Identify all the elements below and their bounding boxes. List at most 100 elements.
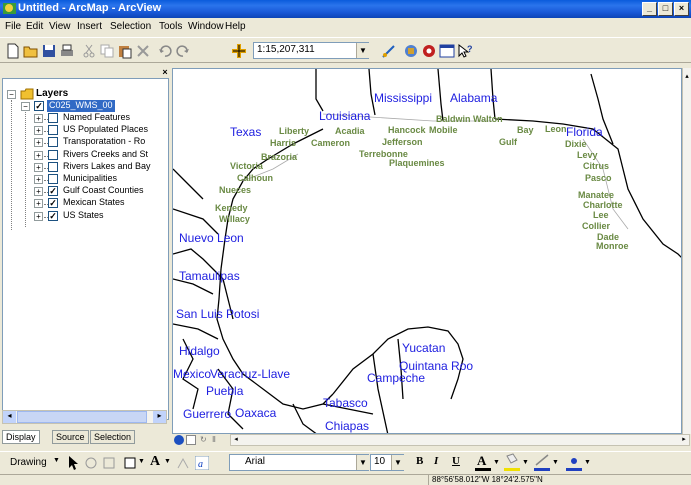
map-scale-input[interactable]: 1:15,207,311 xyxy=(253,42,369,59)
line-color-icon[interactable] xyxy=(534,453,550,471)
toc-layer-item[interactable]: US Populated Places xyxy=(63,124,148,136)
close-button[interactable]: × xyxy=(674,2,689,16)
expand-layer-icon[interactable]: + xyxy=(34,114,43,123)
data-view-icon[interactable] xyxy=(174,435,184,445)
paste-icon[interactable] xyxy=(116,42,134,60)
expand-layer-icon[interactable]: + xyxy=(34,163,43,172)
layer-visibility-checkbox[interactable] xyxy=(48,174,58,184)
toc-group-c025[interactable]: C025_WMS_00 xyxy=(47,100,115,112)
layer-visibility-checkbox[interactable] xyxy=(48,113,58,123)
toc-layer-item[interactable]: Rivers Lakes and Bay xyxy=(63,161,151,173)
font-select[interactable]: Arial xyxy=(229,454,369,471)
delete-icon[interactable] xyxy=(134,42,152,60)
font-size-dropdown-button[interactable]: ▼ xyxy=(391,455,404,470)
layer-visibility-checkbox[interactable]: ✓ xyxy=(48,211,58,221)
edit-vertices-icon[interactable] xyxy=(176,456,190,470)
font-dropdown-button[interactable]: ▼ xyxy=(356,455,369,470)
arctoolbox-icon[interactable] xyxy=(402,42,420,60)
map-vertical-scrollbar[interactable]: ▴ xyxy=(682,68,691,434)
maximize-button[interactable]: □ xyxy=(658,2,673,16)
python-icon[interactable] xyxy=(420,42,438,60)
map-horizontal-scrollbar[interactable]: ◂ ▸ xyxy=(230,434,690,446)
menu-window[interactable]: Window xyxy=(188,21,224,32)
drawing-menu[interactable]: Drawing xyxy=(10,457,47,468)
layout-view-icon[interactable] xyxy=(186,435,196,445)
bold-button[interactable]: B xyxy=(416,455,423,467)
whats-this-icon[interactable]: ? xyxy=(456,42,474,60)
rectangle-tool-icon[interactable] xyxy=(124,457,136,469)
layer-visibility-checkbox[interactable] xyxy=(48,137,58,147)
menu-selection[interactable]: Selection xyxy=(110,21,151,32)
expand-layer-icon[interactable]: + xyxy=(34,199,43,208)
expand-layer-icon[interactable]: + xyxy=(34,212,43,221)
toc-layer-item[interactable]: Municipalities xyxy=(63,173,117,185)
expand-layer-icon[interactable]: + xyxy=(34,175,43,184)
open-icon[interactable] xyxy=(22,42,40,60)
zoom-to-selected-icon[interactable] xyxy=(102,456,116,470)
cut-icon[interactable] xyxy=(80,42,98,60)
editor-icon[interactable] xyxy=(380,42,398,60)
group-checkbox[interactable]: ✓ xyxy=(34,101,44,111)
menu-help[interactable]: Help xyxy=(225,21,246,32)
font-color-dropdown-icon[interactable]: ▼ xyxy=(493,459,500,466)
layer-visibility-checkbox[interactable] xyxy=(48,125,58,135)
font-color-icon[interactable]: A xyxy=(475,453,491,471)
redo-icon[interactable] xyxy=(174,42,192,60)
refresh-icon[interactable]: ↻ xyxy=(200,435,210,445)
collapse-group-icon[interactable]: − xyxy=(21,102,30,111)
print-icon[interactable] xyxy=(58,42,76,60)
add-data-icon[interactable] xyxy=(230,42,248,60)
collapse-layers-icon[interactable]: − xyxy=(7,90,16,99)
toc-horizontal-scrollbar[interactable]: ◂ ▸ xyxy=(2,410,167,424)
menu-insert[interactable]: Insert xyxy=(77,21,102,32)
new-icon[interactable] xyxy=(4,42,22,60)
fill-color-icon[interactable] xyxy=(504,453,520,471)
minimize-button[interactable]: _ xyxy=(642,2,657,16)
layer-visibility-checkbox[interactable] xyxy=(48,162,58,172)
map-canvas[interactable]: Mississippi Alabama Louisiana Texas Florida N… xyxy=(172,68,682,434)
copy-icon[interactable] xyxy=(98,42,116,60)
scroll-thumb[interactable] xyxy=(17,411,147,423)
marker-color-icon[interactable] xyxy=(566,453,582,471)
line-color-dropdown-icon[interactable]: ▼ xyxy=(552,459,559,466)
fill-color-dropdown-icon[interactable]: ▼ xyxy=(522,459,529,466)
menu-tools[interactable]: Tools xyxy=(159,21,182,32)
undo-icon[interactable] xyxy=(156,42,174,60)
toc-root-layers[interactable]: Layers xyxy=(36,88,68,100)
marker-color-dropdown-icon[interactable]: ▼ xyxy=(584,459,591,466)
scale-dropdown-button[interactable]: ▼ xyxy=(356,43,369,58)
layer-visibility-checkbox[interactable]: ✓ xyxy=(48,186,58,196)
expand-layer-icon[interactable]: + xyxy=(34,151,43,160)
scroll-up-icon[interactable]: ▴ xyxy=(683,72,691,82)
toc-layer-item[interactable]: Named Features xyxy=(63,112,130,124)
tab-display[interactable]: Display xyxy=(2,430,40,444)
toc-layer-item[interactable]: Transporatation - Ro xyxy=(63,136,145,148)
menu-file[interactable]: File xyxy=(5,21,21,32)
menu-view[interactable]: View xyxy=(49,21,71,32)
pause-icon[interactable]: Ⅱ xyxy=(212,435,222,445)
tab-selection[interactable]: Selection xyxy=(90,430,136,444)
select-elements-icon[interactable] xyxy=(66,455,80,471)
scroll-right-icon[interactable]: ▸ xyxy=(153,411,166,423)
menu-edit[interactable]: Edit xyxy=(26,21,43,32)
expand-layer-icon[interactable]: + xyxy=(34,126,43,135)
map-scroll-left-icon[interactable]: ◂ xyxy=(231,435,241,445)
scroll-left-icon[interactable]: ◂ xyxy=(3,411,16,423)
tab-source[interactable]: Source xyxy=(52,430,89,444)
toc-layer-item[interactable]: Mexican States xyxy=(63,197,125,209)
layer-visibility-checkbox[interactable]: ✓ xyxy=(48,198,58,208)
command-line-icon[interactable] xyxy=(438,42,456,60)
toc-layer-item[interactable]: Rivers Creeks and St xyxy=(63,149,148,161)
rectangle-dropdown-icon[interactable]: ▼ xyxy=(138,458,145,465)
underline-button[interactable]: U xyxy=(452,455,460,467)
layer-visibility-checkbox[interactable] xyxy=(48,150,58,160)
toc-layer-item[interactable]: Gulf Coast Counties xyxy=(63,185,144,197)
rotate-icon[interactable] xyxy=(84,456,98,470)
expand-layer-icon[interactable]: + xyxy=(34,187,43,196)
toc-layer-item[interactable]: US States xyxy=(63,210,104,222)
map-scroll-right-icon[interactable]: ▸ xyxy=(679,435,689,445)
text-dropdown-icon[interactable]: ▼ xyxy=(164,458,171,465)
drawing-menu-dropdown-icon[interactable]: ▼ xyxy=(53,457,60,464)
toc-close-icon[interactable]: × xyxy=(160,68,170,78)
expand-layer-icon[interactable]: + xyxy=(34,138,43,147)
